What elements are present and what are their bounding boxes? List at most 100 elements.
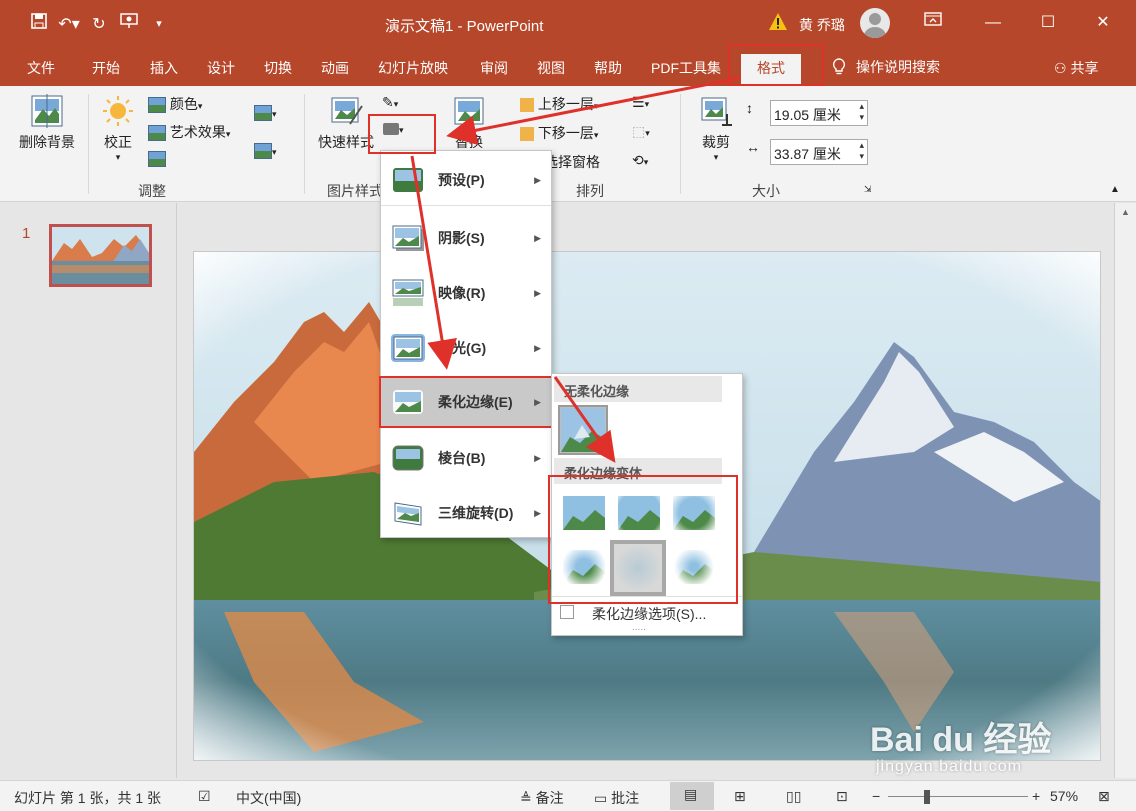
quick-styles-label: 快速样式 [318, 134, 374, 150]
compress-pictures-button[interactable] [148, 150, 166, 168]
menu-item-reflection[interactable]: 映像(R) ▶ [381, 267, 551, 319]
bring-forward-button[interactable]: 上移一层▾ [520, 94, 598, 114]
redo-icon[interactable]: ↻ [86, 14, 112, 34]
normal-view-icon: ▤ [684, 786, 698, 802]
align-button[interactable]: ☰▾ [632, 94, 649, 111]
width-input[interactable]: 33.87 厘米 [770, 139, 868, 165]
share-label: 共享 [1070, 60, 1099, 76]
group-label-picture-styles: 图片样式 [327, 183, 383, 199]
tab-transitions[interactable]: 切换 [264, 58, 292, 78]
menu-item-label: 发光(G) [438, 340, 487, 356]
lightbulb-icon [832, 58, 846, 75]
save-icon[interactable] [26, 12, 52, 35]
annotation-box-effects-button [368, 114, 436, 154]
search-label: 操作说明搜索 [856, 59, 940, 75]
artistic-effects-button[interactable]: 艺术效果▾ [148, 122, 230, 142]
color-button[interactable]: 颜色▾ [148, 94, 202, 114]
tab-help[interactable]: 帮助 [594, 58, 622, 78]
menu-item-shadow[interactable]: 阴影(S) ▶ [381, 212, 551, 264]
close-icon[interactable]: ✕ [1088, 10, 1118, 36]
spelling-check-icon[interactable]: ☑ [198, 788, 211, 805]
maximize-icon[interactable]: ☐ [1033, 10, 1063, 36]
change-picture-button[interactable]: ▾ [254, 104, 277, 122]
send-backward-button[interactable]: 下移一层▾ [520, 123, 598, 143]
person-icon: ⚇ [1054, 60, 1067, 76]
artistic-effects-icon [148, 125, 166, 142]
notes-button[interactable]: ≜ 备注 [520, 788, 564, 808]
share-button[interactable]: ⚇ 共享 [1054, 58, 1098, 78]
artistic-effects-label: 艺术效果 [169, 124, 226, 140]
zoom-slider[interactable] [888, 796, 1028, 797]
fit-to-window-icon[interactable]: ⊠ [1098, 788, 1110, 805]
size-dialog-launcher-icon[interactable]: ⇲ [864, 184, 872, 195]
ribbon-display-icon[interactable] [918, 10, 948, 36]
slide-thumbnail[interactable] [49, 224, 152, 287]
menu-item-label: 柔化边缘(E) [438, 394, 513, 410]
user-name[interactable]: 黄 乔璐 [799, 15, 845, 35]
tab-slideshow[interactable]: 幻灯片放映 [378, 58, 448, 78]
chevron-down-icon: ▾ [115, 152, 121, 162]
chevron-right-icon: ▶ [534, 287, 541, 298]
crop-button[interactable]: 裁剪 ▾ [694, 94, 738, 163]
tab-view[interactable]: 视图 [537, 58, 565, 78]
menu-item-preset[interactable]: 预设(P) ▶ [381, 154, 551, 206]
chevron-right-icon: ▶ [534, 396, 541, 407]
corrections-button[interactable]: 校正 ▾ [96, 94, 140, 163]
comments-button[interactable]: ▭ 批注 [594, 788, 639, 808]
rotate-button[interactable]: ⟲▾ [632, 152, 648, 169]
scroll-up-icon[interactable]: ▲ [1115, 207, 1136, 217]
reading-view-icon[interactable]: ▯▯ [786, 788, 801, 805]
window-title: 演示文稿1 - PowerPoint [385, 18, 544, 35]
3d-rotation-icon [394, 502, 422, 526]
chevron-right-icon: ▶ [534, 232, 541, 243]
slide-info[interactable]: 幻灯片 第 1 张，共 1 张 [14, 788, 161, 808]
collapse-ribbon-icon[interactable]: ▲ [1110, 184, 1120, 195]
vertical-scrollbar[interactable]: ▲ [1114, 203, 1136, 778]
tab-pdf-tools[interactable]: PDF工具集 [651, 58, 721, 78]
tab-home[interactable]: 开始 [92, 58, 120, 78]
group-label-arrange: 排列 [576, 183, 604, 199]
height-input[interactable]: 19.05 厘米 [770, 100, 868, 126]
slideshow-view-icon[interactable]: ⊡ [836, 788, 848, 805]
tab-design[interactable]: 设计 [207, 58, 235, 78]
menu-item-glow[interactable]: 发光(G) ▶ [381, 322, 551, 374]
remove-background-button[interactable]: 删除背景 [14, 94, 80, 152]
warning-icon[interactable] [768, 12, 788, 32]
reset-picture-button[interactable]: ▾ [254, 142, 277, 160]
sun-icon [103, 96, 133, 126]
normal-view-button[interactable]: ▤ [670, 782, 714, 810]
annotation-box-variants [548, 475, 738, 604]
zoom-level[interactable]: 57% [1050, 788, 1078, 804]
menu-item-label: 三维旋转(D) [438, 505, 514, 521]
group-label-adjust: 调整 [138, 183, 166, 199]
tell-me-search[interactable]: 操作说明搜索 [832, 57, 940, 77]
replace-button[interactable]: 替换 [446, 94, 492, 152]
divider [680, 94, 681, 194]
zoom-out-icon[interactable]: − [872, 788, 880, 804]
corrections-label: 校正 [104, 134, 132, 150]
language-indicator[interactable]: 中文(中国) [236, 788, 301, 808]
undo-icon[interactable]: ↶▾ [56, 14, 82, 34]
menu-item-3d-rotation[interactable]: 三维旋转(D) ▶ [381, 487, 551, 539]
resize-grip[interactable]: ..... [632, 622, 646, 633]
tab-review[interactable]: 审阅 [480, 58, 508, 78]
menu-item-bevel[interactable]: 棱台(B) ▶ [381, 432, 551, 484]
picture-border-button[interactable]: ✎▾ [382, 94, 398, 111]
minimize-icon[interactable]: — [978, 10, 1008, 36]
customize-qa-icon[interactable]: ▾ [146, 17, 172, 30]
zoom-in-icon[interactable]: + [1032, 788, 1040, 804]
tab-insert[interactable]: 插入 [150, 58, 178, 78]
tab-file[interactable]: 文件 [27, 58, 55, 78]
tab-animations[interactable]: 动画 [321, 58, 349, 78]
send-backward-label: 下移一层 [537, 125, 594, 141]
no-soft-edges-option[interactable] [558, 405, 608, 455]
group-button[interactable]: ⬚▾ [632, 123, 650, 140]
avatar[interactable] [860, 8, 890, 38]
present-icon[interactable] [116, 12, 142, 35]
reflection-icon [392, 279, 424, 306]
zoom-slider-handle[interactable] [924, 790, 930, 804]
slide-sorter-icon[interactable]: ⊞ [734, 788, 746, 805]
replace-label: 替换 [455, 134, 483, 150]
menu-item-soft-edges[interactable]: 柔化边缘(E) ▶ [379, 376, 553, 428]
selection-pane-button[interactable]: 选择窗格 [544, 152, 600, 172]
